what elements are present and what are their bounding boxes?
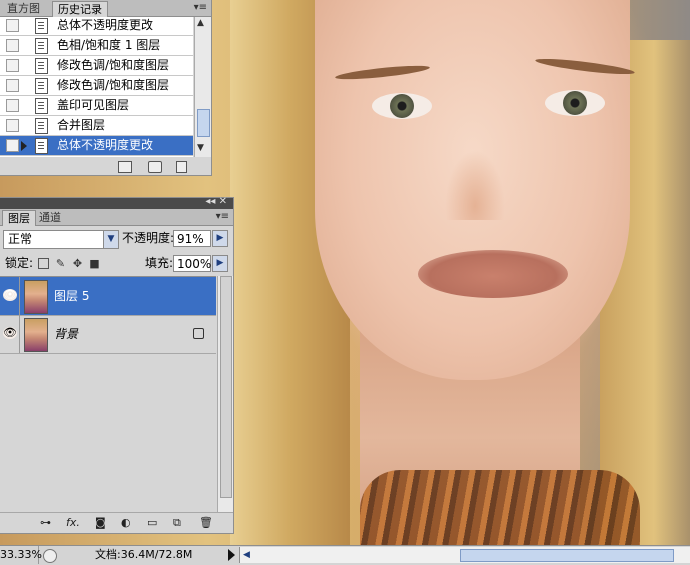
- new-layer-icon[interactable]: ⧉: [173, 516, 181, 530]
- zoom-level[interactable]: 33.33%: [0, 546, 42, 564]
- history-item-label: 修改色调/饱和度图层: [57, 78, 170, 92]
- mask-icon[interactable]: ◙: [95, 516, 106, 530]
- history-source-checkbox[interactable]: [6, 79, 19, 92]
- scroll-thumb[interactable]: [220, 276, 232, 498]
- folder-icon[interactable]: ▭: [147, 516, 157, 530]
- history-source-checkbox[interactable]: [6, 19, 19, 32]
- layers-panel: ◂◂ ✕ 图层 通道 ▾≡ 正常 ▼ 不透明度: 91% ▶ 锁定: ✎ ✥ ■…: [0, 196, 234, 534]
- collapse-close-icon[interactable]: ◂◂ ✕: [205, 196, 227, 207]
- scroll-down-icon[interactable]: ▼: [197, 143, 204, 153]
- scroll-up-icon[interactable]: ▲: [197, 18, 204, 28]
- history-tabbar: 直方图 历史记录 ▾≡: [0, 0, 211, 17]
- divider: [19, 277, 20, 315]
- photo-nose: [445, 150, 505, 220]
- adjustment-icon[interactable]: ◐: [121, 516, 131, 530]
- history-source-checkbox[interactable]: [6, 119, 19, 132]
- history-state-icon: [35, 118, 48, 134]
- new-document-icon[interactable]: [118, 161, 132, 173]
- layers-titlebar[interactable]: ◂◂ ✕: [0, 196, 233, 209]
- layer-thumbnail[interactable]: [24, 280, 48, 314]
- layer-name[interactable]: 图层 5: [54, 277, 89, 315]
- history-item[interactable]: 总体不透明度更改: [0, 17, 193, 36]
- history-item-label: 总体不透明度更改: [57, 18, 154, 32]
- blend-mode-value: 正常: [8, 232, 33, 246]
- tab-history[interactable]: 历史记录: [52, 1, 108, 17]
- photo-necklace: [360, 470, 640, 545]
- history-state-marker-icon[interactable]: [21, 141, 27, 151]
- layers-tabbar: 图层 通道 ▾≡: [0, 209, 233, 226]
- history-item-label: 盖印可见图层: [57, 98, 130, 112]
- divider: [19, 315, 20, 353]
- layer-list[interactable]: 👁 图层 5 👁 背景: [0, 276, 216, 513]
- tab-layers[interactable]: 图层: [2, 210, 36, 226]
- opacity-slider-arrow-icon[interactable]: ▶: [212, 230, 228, 247]
- scroll-thumb[interactable]: [460, 549, 674, 562]
- history-list[interactable]: 总体不透明度更改 色相/饱和度 1 图层 修改色调/饱和度图层 修改色调/饱和度…: [0, 17, 193, 157]
- history-state-icon: [35, 78, 48, 94]
- history-item-label: 总体不透明度更改: [57, 138, 154, 152]
- snapshot-icon[interactable]: [148, 161, 162, 173]
- lock-all-icon[interactable]: ■: [89, 258, 100, 269]
- chevron-down-icon[interactable]: ▼: [103, 231, 118, 248]
- fill-slider-arrow-icon[interactable]: ▶: [212, 255, 228, 272]
- tab-channels[interactable]: 通道: [34, 210, 66, 225]
- photo-eye-left: [372, 93, 432, 119]
- history-item-label: 修改色调/饱和度图层: [57, 58, 170, 72]
- layer-name[interactable]: 背景: [54, 315, 78, 353]
- panel-menu-icon[interactable]: ▾≡: [216, 209, 229, 224]
- history-state-icon: [35, 38, 48, 54]
- layers-scrollbar[interactable]: [217, 276, 233, 512]
- layer-row[interactable]: 👁 背景: [0, 315, 216, 354]
- scroll-left-icon[interactable]: ◀: [243, 547, 250, 563]
- history-item[interactable]: 修改色调/饱和度图层: [0, 56, 193, 76]
- history-item[interactable]: 合并图层: [0, 116, 193, 136]
- history-item[interactable]: 色相/饱和度 1 图层: [0, 36, 193, 56]
- fill-label: 填充:: [145, 256, 174, 270]
- zoom-icon[interactable]: [43, 549, 57, 563]
- trash-icon[interactable]: [176, 161, 187, 173]
- blend-mode-select[interactable]: 正常 ▼: [3, 230, 119, 249]
- history-scrollbar[interactable]: ▲ ▼: [194, 17, 211, 157]
- history-item[interactable]: 盖印可见图层: [0, 96, 193, 116]
- lock-brush-icon[interactable]: ✎: [55, 258, 66, 269]
- opacity-label: 不透明度:: [122, 231, 175, 245]
- fill-input[interactable]: 100%: [173, 255, 211, 272]
- link-icon[interactable]: ⊶: [40, 516, 51, 530]
- history-item-selected[interactable]: 总体不透明度更改: [0, 136, 193, 156]
- history-footer: [0, 158, 211, 175]
- lock-move-icon[interactable]: ✥: [72, 258, 83, 269]
- history-state-icon: [35, 18, 48, 34]
- history-item-label: 色相/饱和度 1 图层: [57, 38, 161, 52]
- scroll-thumb[interactable]: [197, 109, 210, 137]
- history-item[interactable]: 修改色调/饱和度图层: [0, 76, 193, 96]
- history-source-checkbox[interactable]: [6, 39, 19, 52]
- document-info: 文档:36.4M/72.8M: [95, 548, 193, 561]
- history-state-icon: [35, 98, 48, 114]
- history-source-checkbox[interactable]: [6, 139, 19, 152]
- history-panel: 直方图 历史记录 ▾≡ 总体不透明度更改 色相/饱和度 1 图层 修改色调/饱和…: [0, 0, 212, 176]
- tab-histogram[interactable]: 直方图: [2, 1, 45, 16]
- photo-lips: [418, 250, 568, 298]
- panel-menu-icon[interactable]: ▾≡: [194, 0, 207, 15]
- history-state-icon: [35, 58, 48, 74]
- history-state-icon: [35, 138, 48, 154]
- layers-footer: ⊶ fx. ◙ ◐ ▭ ⧉ 🗑: [0, 512, 233, 533]
- trash-icon[interactable]: 🗑: [199, 516, 213, 530]
- status-menu-arrow-icon[interactable]: [228, 549, 235, 561]
- lock-transparent-icon[interactable]: [38, 258, 49, 269]
- history-source-checkbox[interactable]: [6, 99, 19, 112]
- horizontal-scrollbar[interactable]: ◀: [239, 547, 690, 563]
- layer-thumbnail[interactable]: [24, 318, 48, 352]
- status-bar: 33.33% 文档:36.4M/72.8M ◀: [0, 545, 690, 565]
- fx-icon[interactable]: fx.: [66, 516, 80, 530]
- eye-icon[interactable]: 👁: [3, 327, 17, 339]
- lock-icon: [193, 328, 204, 339]
- layer-row[interactable]: 👁 图层 5: [0, 277, 216, 316]
- lock-label: 锁定:: [5, 256, 34, 270]
- eye-icon[interactable]: 👁: [3, 289, 17, 301]
- history-source-checkbox[interactable]: [6, 59, 19, 72]
- opacity-input[interactable]: 91%: [173, 230, 211, 247]
- history-item-label: 合并图层: [57, 118, 106, 132]
- photo-eye-right: [545, 90, 605, 116]
